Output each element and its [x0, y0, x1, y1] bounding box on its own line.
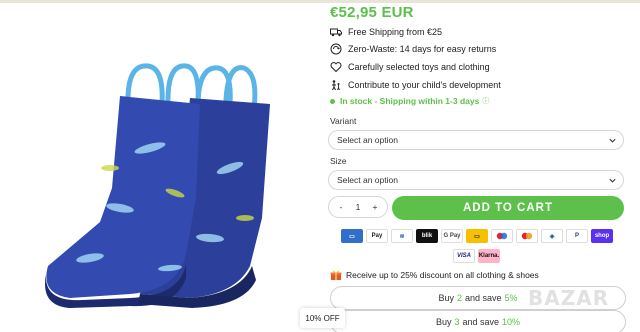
- bundle-text: and save: [464, 293, 502, 303]
- bundle-text: Buy: [438, 293, 454, 303]
- amex-icon: ▭: [341, 229, 363, 243]
- discount-badge[interactable]: 10% OFF: [300, 308, 345, 328]
- top-strip: [0, 0, 640, 3]
- quantity-stepper: - 1 +: [328, 196, 388, 218]
- promo-text: Receive up to 25% discount on all clothi…: [346, 270, 539, 280]
- quantity-decrease-button[interactable]: -: [335, 202, 347, 212]
- quantity-increase-button[interactable]: +: [369, 202, 381, 212]
- product-image[interactable]: [0, 8, 320, 332]
- ideal-icon: ▭: [466, 229, 488, 243]
- bundle-discount: 10%: [502, 317, 521, 327]
- promo-banner: Receive up to 25% discount on all clothi…: [330, 269, 539, 281]
- visa-icon: VISA: [453, 249, 475, 263]
- feature-selected-toys: Carefully selected toys and clothing: [328, 59, 490, 75]
- stock-status: In stock - Shipping within 1-3 days ⓘ: [330, 96, 489, 106]
- bancontact-icon: ≋: [391, 229, 413, 243]
- blik-icon: blik: [416, 229, 438, 243]
- feature-text: Contribute to your child's development: [348, 80, 501, 90]
- feature-zero-waste: Zero-Waste: 14 days for easy returns: [328, 41, 496, 57]
- info-icon[interactable]: ⓘ: [482, 96, 489, 106]
- chevron-down-icon: [609, 178, 616, 183]
- add-to-cart-button[interactable]: ADD TO CART: [392, 196, 624, 220]
- bundle-quantity: 2: [456, 293, 462, 303]
- variant-select[interactable]: Select an option: [328, 130, 624, 150]
- size-select[interactable]: Select an option: [328, 170, 624, 190]
- heart-icon: [328, 60, 344, 74]
- quantity-value[interactable]: 1: [356, 202, 361, 212]
- shop-pay-icon: shop: [591, 229, 613, 243]
- rain-boots-image: [45, 63, 270, 308]
- variant-select-value: Select an option: [337, 135, 398, 145]
- feature-free-shipping: Free Shipping from €25: [328, 24, 442, 40]
- bundle-text: Buy: [435, 317, 452, 327]
- google-pay-icon: G Pay: [441, 229, 463, 243]
- feature-development: Contribute to your child's development: [328, 77, 501, 93]
- child-icon: [328, 78, 344, 92]
- paypal-icon: P: [566, 229, 588, 243]
- variant-label: Variant: [330, 116, 357, 126]
- feature-text: Zero-Waste: 14 days for easy returns: [348, 44, 497, 54]
- mastercard-icon: [516, 229, 538, 243]
- bundle-quantity: 3: [454, 317, 460, 327]
- feature-text: Carefully selected toys and clothing: [348, 62, 490, 72]
- bundle-discount: 5%: [504, 293, 518, 303]
- klarna-icon: Klarna.: [478, 249, 500, 263]
- price: €52,95 EUR: [330, 4, 414, 21]
- eps-icon: ◈: [541, 229, 563, 243]
- gift-icon: [330, 270, 342, 280]
- truck-icon: [328, 25, 344, 39]
- product-page: €52,95 EUR Free Shipping from €25 Zero-W…: [0, 0, 640, 332]
- watermark: BAZAR: [528, 286, 610, 310]
- chevron-down-icon: [609, 138, 616, 143]
- stock-text: In stock - Shipping within 1-3 days: [340, 96, 480, 106]
- bundle-text: and save: [462, 317, 500, 327]
- bundle-offer-3[interactable]: Buy 3 and save 10%: [330, 310, 626, 332]
- recycle-icon: [328, 42, 344, 56]
- apple-pay-icon: Pay: [366, 229, 388, 243]
- feature-text: Free Shipping from €25: [348, 27, 443, 37]
- size-select-value: Select an option: [337, 175, 398, 185]
- stock-dot: [330, 98, 335, 104]
- maestro-icon: [491, 229, 513, 243]
- size-label: Size: [330, 156, 347, 166]
